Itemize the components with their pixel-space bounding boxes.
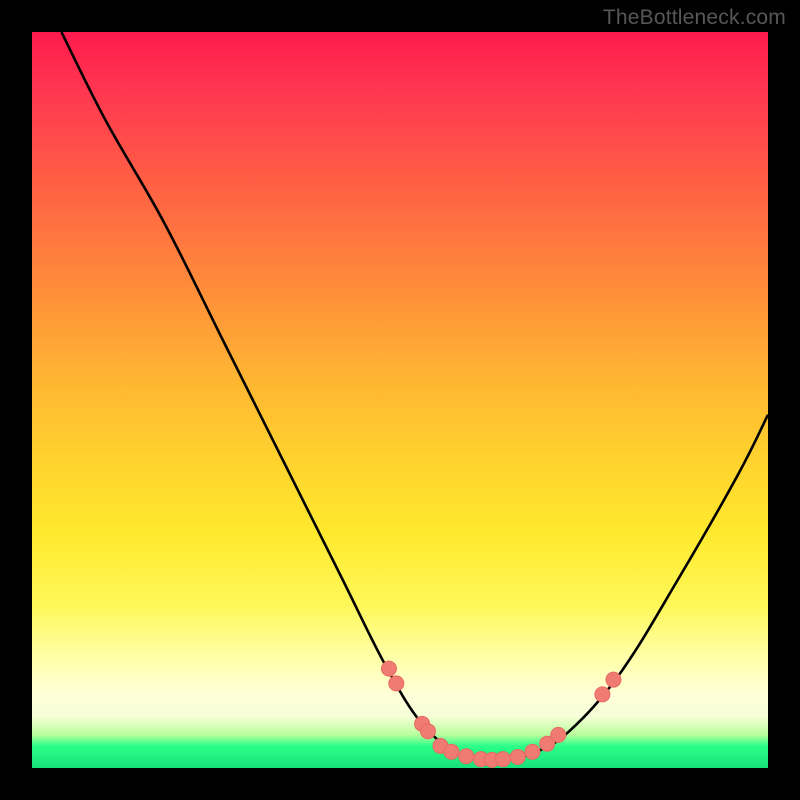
plot-area — [32, 32, 768, 768]
watermark-text: TheBottleneck.com — [603, 6, 786, 30]
chart-frame: TheBottleneck.com — [0, 0, 800, 800]
